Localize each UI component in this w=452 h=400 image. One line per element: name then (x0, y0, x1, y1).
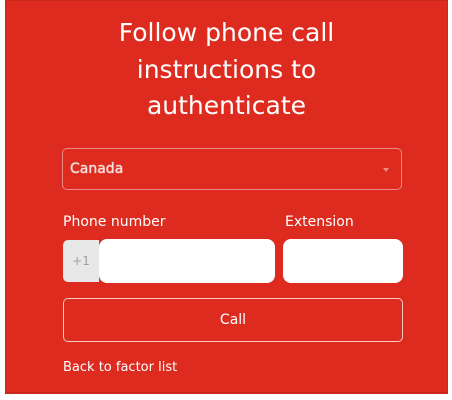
phone-number-input[interactable] (99, 239, 275, 283)
country-select-value: Canada (70, 161, 124, 177)
extension-label: Extension (285, 214, 354, 230)
country-code-prefix: +1 (63, 240, 99, 282)
country-select[interactable]: Canada (62, 148, 402, 190)
auth-panel: Follow phone call instructions to authen… (5, 0, 448, 394)
page-title: Follow phone call instructions to authen… (6, 15, 447, 125)
call-button[interactable]: Call (63, 298, 403, 342)
title-line-3: authenticate (146, 91, 307, 120)
chevron-down-icon (383, 168, 389, 172)
phone-number-label: Phone number (63, 214, 166, 230)
back-to-factor-list-link[interactable]: Back to factor list (63, 360, 177, 375)
extension-input[interactable] (283, 239, 403, 283)
title-line-1: Follow phone call (118, 18, 335, 47)
title-line-2: instructions to (136, 54, 317, 84)
